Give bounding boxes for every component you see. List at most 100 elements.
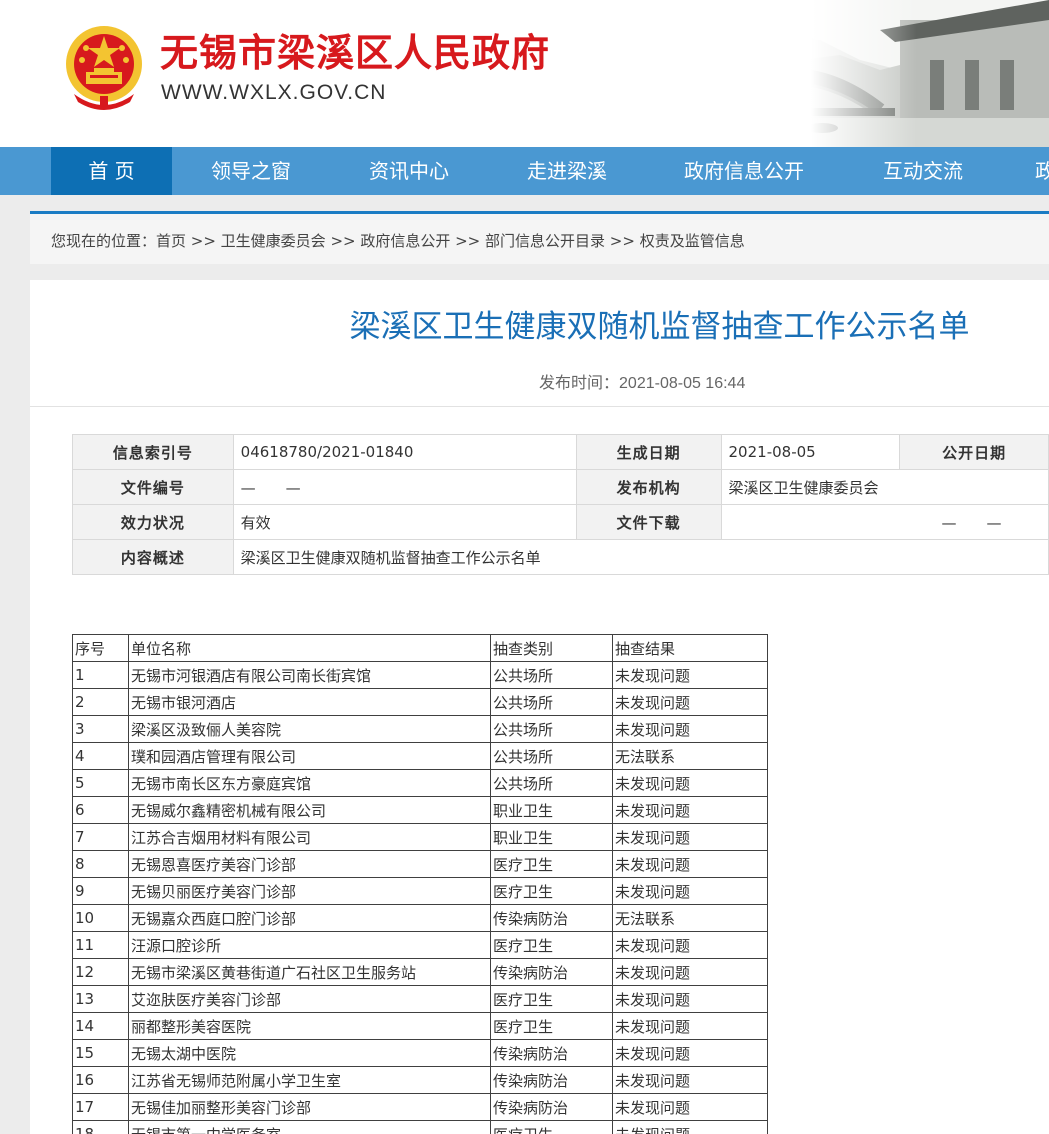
- cell-unit-name: 无锡太湖中医院: [128, 1039, 491, 1067]
- site-title: 无锡市梁溪区人民政府: [160, 31, 551, 75]
- meta-label-summary: 内容概述: [72, 539, 234, 575]
- cell-result: 未发现问题: [612, 661, 768, 689]
- site-header: 无锡市梁溪区人民政府 WWW.WXLX.GOV.CN: [0, 0, 1049, 147]
- cell-category: 医疗卫生: [490, 877, 613, 905]
- meta-label-doc-no: 文件编号: [72, 469, 234, 505]
- cell-seq: 9: [72, 877, 129, 905]
- cell-category: 公共场所: [490, 769, 613, 797]
- cell-unit-name: 无锡市南长区东方豪庭宾馆: [128, 769, 491, 797]
- cell-unit-name: 无锡市银河酒店: [128, 688, 491, 716]
- cell-category: 医疗卫生: [490, 931, 613, 959]
- cell-category: 传染病防治: [490, 1093, 613, 1121]
- main-nav: 首 页 领导之窗 资讯中心 走进梁溪 政府信息公开 互动交流 政: [0, 147, 1049, 195]
- cell-category: 公共场所: [490, 715, 613, 743]
- meta-label-gen-date: 生成日期: [575, 434, 722, 470]
- national-emblem-icon: [66, 26, 142, 110]
- cell-seq: 17: [72, 1093, 129, 1121]
- nav-item-more[interactable]: 政: [1035, 147, 1049, 195]
- col-header-seq: 序号: [72, 634, 129, 662]
- table-row: 2 无锡市银河酒店 公共场所 未发现问题: [72, 688, 768, 716]
- cell-result: 未发现问题: [612, 688, 768, 716]
- document-meta-table: 信息索引号 04618780/2021-01840 生成日期 2021-08-0…: [72, 434, 1049, 575]
- cell-category: 医疗卫生: [490, 1120, 613, 1134]
- cell-unit-name: 无锡市河银酒店有限公司南长街宾馆: [128, 661, 491, 689]
- table-row: 9 无锡贝丽医疗美容门诊部 医疗卫生 未发现问题: [72, 877, 768, 905]
- col-header-result: 抽查结果: [612, 634, 768, 662]
- cell-seq: 3: [72, 715, 129, 743]
- table-row: 18无锡市第一中学医务室医疗卫生未发现问题: [72, 1120, 768, 1134]
- meta-value-doc-no: — —: [232, 469, 577, 505]
- cell-category: 传染病防治: [490, 904, 613, 932]
- cell-category: 医疗卫生: [490, 1012, 613, 1040]
- cell-unit-name: 无锡嘉众西庭口腔门诊部: [128, 904, 491, 932]
- cell-unit-name: 江苏合吉烟用材料有限公司: [128, 823, 491, 851]
- cell-result: 无法联系: [612, 742, 768, 770]
- cell-result: 未发现问题: [612, 769, 768, 797]
- meta-value-download[interactable]: — —: [720, 504, 1049, 540]
- table-row: 7 江苏合吉烟用材料有限公司 职业卫生 未发现问题: [72, 823, 768, 851]
- cell-result: 未发现问题: [612, 1120, 768, 1134]
- meta-label-download: 文件下载: [575, 504, 722, 540]
- table-row: 14 丽都整形美容医院 医疗卫生 未发现问题: [72, 1012, 768, 1040]
- site-url: WWW.WXLX.GOV.CN: [161, 81, 387, 104]
- cell-category: 医疗卫生: [490, 985, 613, 1013]
- cell-category: 公共场所: [490, 742, 613, 770]
- table-row: 11 汪源口腔诊所 医疗卫生 未发现问题: [72, 931, 768, 959]
- cell-result: 未发现问题: [612, 1012, 768, 1040]
- breadcrumb[interactable]: 您现在的位置：首页 >> 卫生健康委员会 >> 政府信息公开 >> 部门信息公开…: [51, 231, 745, 251]
- inspection-list-table: 序号 单位名称 抽查类别 抽查结果 1 无锡市河银酒店有限公司南长街宾馆 公共场所未…: [72, 634, 768, 1134]
- title-divider: [30, 406, 1049, 407]
- cell-result: 无法联系: [612, 904, 768, 932]
- nav-item-news[interactable]: 资讯中心: [330, 147, 488, 195]
- cell-seq: 10: [72, 904, 129, 932]
- meta-label-open-date: 公开日期: [899, 434, 1049, 470]
- cell-seq: 5: [72, 769, 129, 797]
- table-row: 4 璞和园酒店管理有限公司 公共场所 无法联系: [72, 742, 768, 770]
- cell-category: 职业卫生: [490, 823, 613, 851]
- table-row: 12 无锡市梁溪区黄巷街道广石社区卫生服务站 传染病防治 未发现问题: [72, 958, 768, 986]
- table-header-row: 序号 单位名称 抽查类别 抽查结果: [72, 634, 768, 662]
- cell-result: 未发现问题: [612, 850, 768, 878]
- meta-value-status: 有效: [232, 504, 577, 540]
- meta-value-gen-date: 2021-08-05: [720, 434, 901, 470]
- table-row: 3 梁溪区汲致俪人美容院 公共场所 未发现问题: [72, 715, 768, 743]
- nav-item-interaction[interactable]: 互动交流: [842, 147, 1004, 195]
- cell-category: 传染病防治: [490, 1039, 613, 1067]
- cell-seq: 11: [72, 931, 129, 959]
- table-body: 1 无锡市河银酒店有限公司南长街宾馆 公共场所 未发现问题 2 无锡市银河酒店 公共场所 未发…: [72, 661, 768, 1134]
- cell-seq: 16: [72, 1066, 129, 1094]
- table-row: 6 无锡威尔鑫精密机械有限公司 职业卫生 未发现问题: [72, 796, 768, 824]
- cell-unit-name: 璞和园酒店管理有限公司: [128, 742, 491, 770]
- table-row: 5 无锡市南长区东方豪庭宾馆 公共场所 未发现问题: [72, 769, 768, 797]
- cell-result: 未发现问题: [612, 796, 768, 824]
- cell-result: 未发现问题: [612, 1039, 768, 1067]
- nav-item-leaders[interactable]: 领导之窗: [172, 147, 330, 195]
- cell-unit-name: 无锡佳加丽整形美容门诊部: [128, 1093, 491, 1121]
- nav-item-gov-info[interactable]: 政府信息公开: [646, 147, 842, 195]
- cell-unit-name: 丽都整形美容医院: [128, 1012, 491, 1040]
- cell-unit-name: 江苏省无锡师范附属小学卫生室: [128, 1066, 491, 1094]
- table-row: 10 无锡嘉众西庭口腔门诊部 传染病防治 无法联系: [72, 904, 768, 932]
- cell-seq: 18: [72, 1120, 129, 1134]
- cell-result: 未发现问题: [612, 985, 768, 1013]
- cell-result: 未发现问题: [612, 958, 768, 986]
- publish-time: 发布时间：2021-08-05 16:44: [539, 372, 745, 395]
- cell-result: 未发现问题: [612, 1066, 768, 1094]
- cell-category: 公共场所: [490, 688, 613, 716]
- cell-seq: 2: [72, 688, 129, 716]
- cell-category: 传染病防治: [490, 958, 613, 986]
- cell-unit-name: 无锡威尔鑫精密机械有限公司: [128, 796, 491, 824]
- cell-result: 未发现问题: [612, 1093, 768, 1121]
- cell-seq: 7: [72, 823, 129, 851]
- cell-seq: 6: [72, 796, 129, 824]
- meta-value-publisher: 梁溪区卫生健康委员会: [720, 469, 1049, 505]
- nav-item-home[interactable]: 首 页: [51, 147, 172, 195]
- cell-seq: 13: [72, 985, 129, 1013]
- nav-item-about-liangxi[interactable]: 走进梁溪: [488, 147, 646, 195]
- meta-label-status: 效力状况: [72, 504, 234, 540]
- cell-seq: 12: [72, 958, 129, 986]
- breadcrumb-bar: 您现在的位置：首页 >> 卫生健康委员会 >> 政府信息公开 >> 部门信息公开…: [30, 211, 1049, 264]
- cell-category: 医疗卫生: [490, 850, 613, 878]
- cell-unit-name: 无锡贝丽医疗美容门诊部: [128, 877, 491, 905]
- table-row: 1 无锡市河银酒店有限公司南长街宾馆 公共场所 未发现问题: [72, 661, 768, 689]
